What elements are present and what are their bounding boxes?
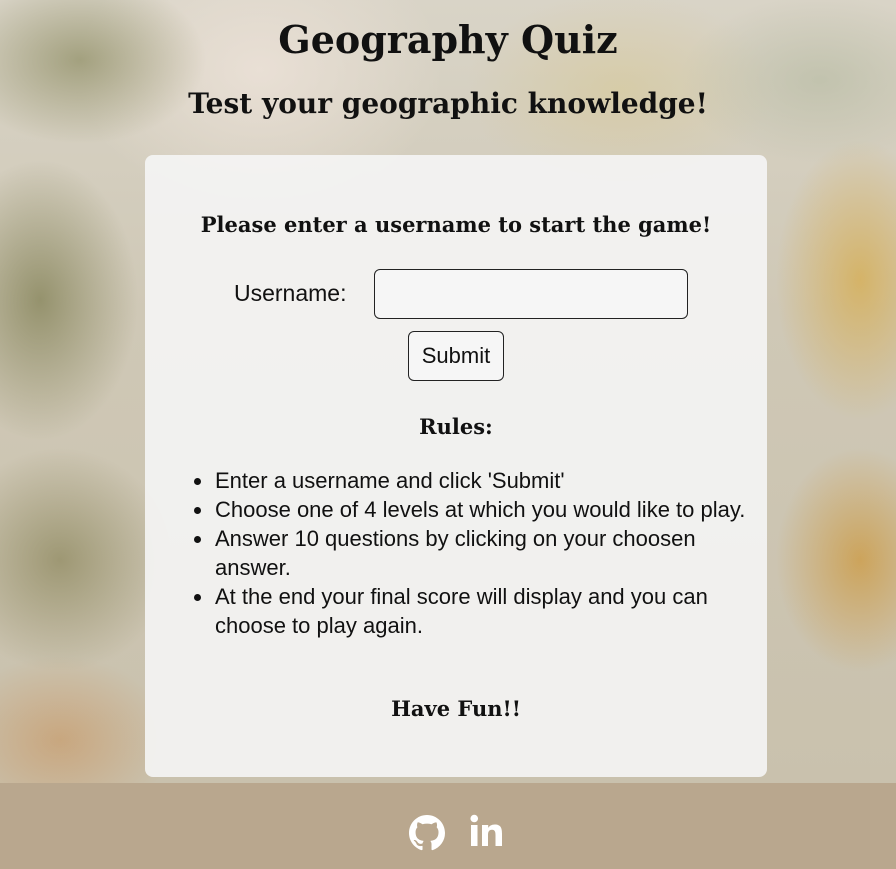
username-prompt: Please enter a username to start the gam… xyxy=(200,212,712,237)
github-icon[interactable] xyxy=(409,815,445,851)
username-input[interactable] xyxy=(374,269,688,319)
rule-item: Choose one of 4 levels at which you woul… xyxy=(194,495,755,524)
rules-title: Rules: xyxy=(419,414,493,439)
footer xyxy=(0,783,896,869)
page-title: Geography Quiz xyxy=(278,17,618,62)
rule-item: Answer 10 questions by clicking on your … xyxy=(194,524,755,582)
rules-list: Enter a username and click 'Submit' Choo… xyxy=(194,466,755,640)
page-subtitle: Test your geographic knowledge! xyxy=(188,87,708,120)
rule-item: At the end your final score will display… xyxy=(194,582,755,640)
submit-button[interactable]: Submit xyxy=(408,331,504,381)
page-header: Geography Quiz Test your geographic know… xyxy=(0,0,896,122)
start-card: Please enter a username to start the gam… xyxy=(145,155,767,777)
rule-item: Enter a username and click 'Submit' xyxy=(194,466,755,495)
have-fun-text: Have Fun!! xyxy=(391,696,521,721)
username-label: Username: xyxy=(234,280,347,306)
linkedin-icon[interactable] xyxy=(470,814,504,848)
